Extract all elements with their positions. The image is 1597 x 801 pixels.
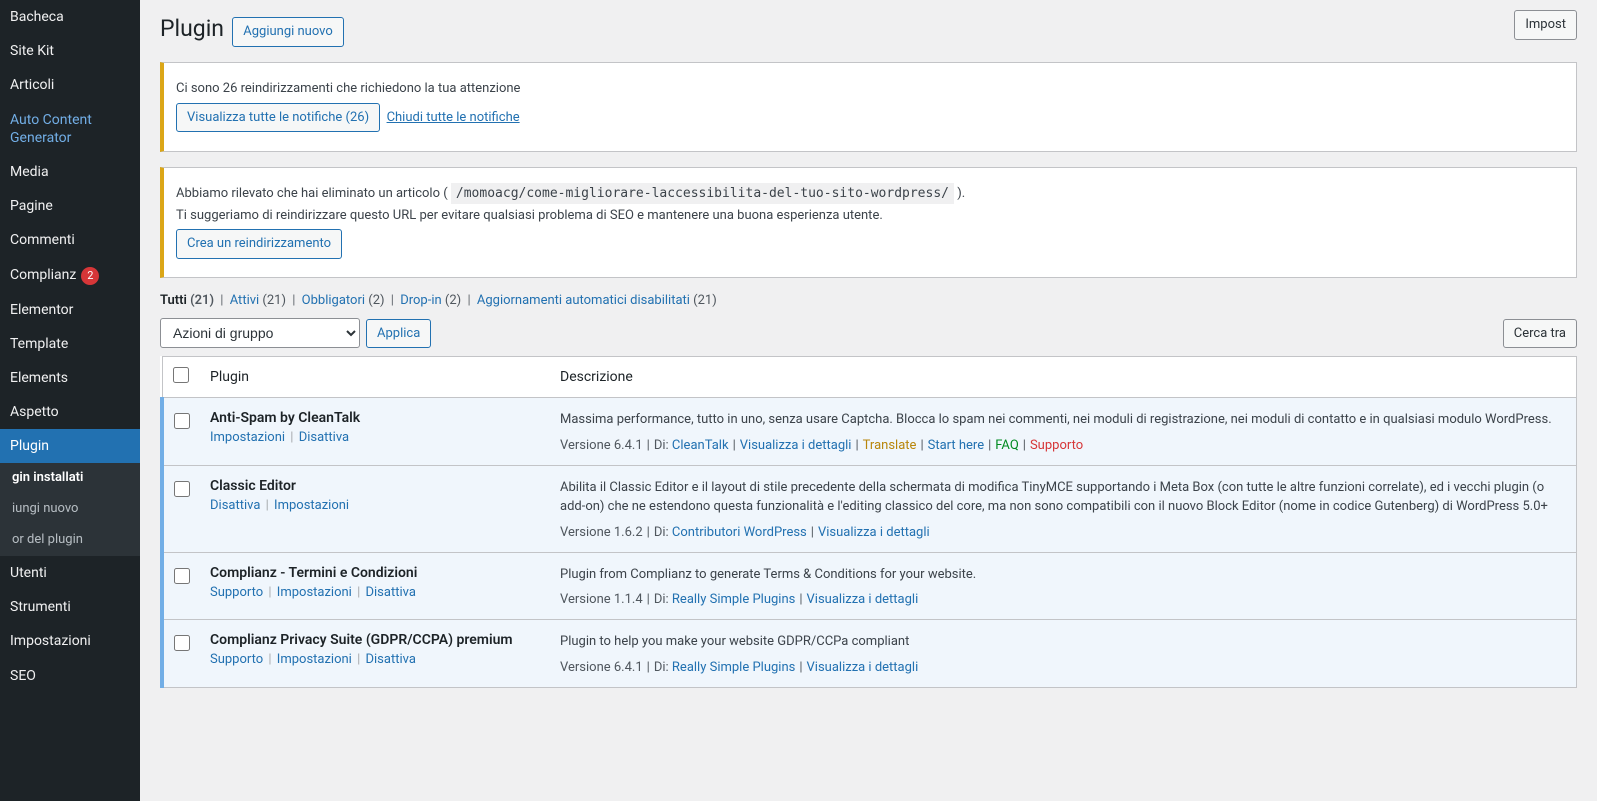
row-checkbox[interactable] — [174, 413, 190, 429]
column-plugin: Plugin — [200, 357, 550, 398]
sidebar-item[interactable]: Aspetto — [0, 395, 140, 429]
action-link[interactable]: Supporto — [210, 585, 263, 600]
notice-deleted-article: Abbiamo rilevato che hai eliminato un ar… — [160, 167, 1577, 279]
action-link[interactable]: Disattiva — [365, 652, 415, 667]
action-link[interactable]: Impostazioni — [210, 430, 285, 445]
filter-mustuse[interactable]: Obbligatori (2) — [302, 293, 385, 308]
meta-link[interactable]: Visualizza i dettagli — [740, 438, 852, 453]
plugin-meta: Versione 6.4.1|Di: Really Simple Plugins… — [560, 660, 1566, 675]
plugin-name: Classic Editor — [210, 478, 540, 494]
sidebar-item[interactable]: Strumenti — [0, 590, 140, 624]
filter-all[interactable]: Tutti (21) — [160, 293, 214, 308]
plugin-description: Plugin to help you make your website GDP… — [560, 632, 1566, 652]
table-row: Complianz - Termini e Condizioni Supporto… — [162, 552, 1577, 620]
row-checkbox[interactable] — [174, 635, 190, 651]
action-link[interactable]: Disattiva — [365, 585, 415, 600]
notice-redirects: Ci sono 26 reindirizzamenti che richiedo… — [160, 62, 1577, 152]
filter-dropin[interactable]: Drop-in (2) — [400, 293, 461, 308]
row-actions: Disattiva | Impostazioni — [210, 498, 540, 513]
sidebar-item[interactable]: Media — [0, 155, 140, 189]
screen-options-button[interactable]: Impost — [1514, 10, 1577, 40]
plugins-table: Plugin Descrizione Anti-Spam by CleanTal… — [160, 356, 1577, 688]
sidebar-item[interactable]: Pagine — [0, 189, 140, 223]
sidebar-item[interactable]: Auto Content Generator — [0, 103, 140, 155]
sidebar-item[interactable]: Site Kit — [0, 34, 140, 68]
search-plugins-button[interactable]: Cerca tra — [1503, 319, 1577, 349]
notice-text: Abbiamo rilevato che hai eliminato un ar… — [176, 186, 1564, 201]
add-new-button[interactable]: Aggiungi nuovo — [232, 17, 344, 47]
row-checkbox[interactable] — [174, 481, 190, 497]
row-checkbox[interactable] — [174, 568, 190, 584]
plugin-meta: Versione 1.6.2|Di: Contributori WordPres… — [560, 525, 1566, 540]
sidebar-subitem[interactable]: or del plugin — [0, 525, 140, 556]
sidebar-item[interactable]: Complianz2 — [0, 258, 140, 293]
deleted-url-code: /momoacg/come-migliorare-laccessibilita-… — [451, 183, 954, 204]
main-content: Impost Plugin Aggiungi nuovo Ci sono 26 … — [140, 0, 1597, 801]
author-link[interactable]: Really Simple Plugins — [672, 660, 795, 675]
action-link[interactable]: Impostazioni — [274, 498, 349, 513]
plugin-name: Anti-Spam by CleanTalk — [210, 410, 540, 426]
notice-text: Ti suggeriamo di reindirizzare questo UR… — [176, 208, 1564, 223]
sidebar-item[interactable]: Elementor — [0, 293, 140, 327]
plugin-name: Complianz Privacy Suite (GDPR/CCPA) prem… — [210, 632, 540, 648]
meta-link[interactable]: Visualizza i dettagli — [807, 660, 919, 675]
plugin-meta: Versione 1.1.4|Di: Really Simple Plugins… — [560, 592, 1566, 607]
table-row: Complianz Privacy Suite (GDPR/CCPA) prem… — [162, 620, 1577, 688]
sidebar-subitem[interactable]: gin installati — [0, 463, 140, 494]
row-actions: Supporto | Impostazioni | Disattiva — [210, 585, 540, 600]
sidebar-item[interactable]: Bacheca — [0, 0, 140, 34]
select-all-checkbox[interactable] — [173, 367, 189, 383]
plugin-name: Complianz - Termini e Condizioni — [210, 565, 540, 581]
plugin-description: Massima performance, tutto in uno, senza… — [560, 410, 1566, 430]
sidebar-item[interactable]: SEO — [0, 659, 140, 693]
sidebar-item[interactable]: Commenti — [0, 223, 140, 257]
sidebar-item[interactable]: Articoli — [0, 68, 140, 102]
sidebar-item[interactable]: Elements — [0, 361, 140, 395]
meta-link[interactable]: FAQ — [995, 438, 1018, 453]
author-link[interactable]: Really Simple Plugins — [672, 592, 795, 607]
table-row: Classic Editor Disattiva | Impostazioni Ab… — [162, 465, 1577, 552]
bulk-action-select[interactable]: Azioni di gruppo — [160, 318, 360, 348]
author-link[interactable]: CleanTalk — [672, 438, 729, 453]
filter-links: Tutti (21) | Attivi (21) | Obbligatori (… — [160, 293, 1577, 308]
sidebar-item[interactable]: Plugin — [0, 429, 140, 463]
view-all-notices-button[interactable]: Visualizza tutte le notifiche (26) — [176, 103, 380, 133]
plugin-description: Abilita il Classic Editor e il layout di… — [560, 478, 1566, 517]
sidebar-item[interactable]: Template — [0, 327, 140, 361]
admin-sidebar: BachecaSite KitArticoliAuto Content Gene… — [0, 0, 140, 801]
filter-auto-disabled[interactable]: Aggiornamenti automatici disabilitati (2… — [477, 293, 717, 308]
meta-link[interactable]: Supporto — [1030, 438, 1083, 453]
meta-link[interactable]: Start here — [928, 438, 984, 453]
row-actions: Impostazioni | Disattiva — [210, 430, 540, 445]
sidebar-subitem[interactable]: iungi nuovo — [0, 494, 140, 525]
action-link[interactable]: Disattiva — [210, 498, 260, 513]
table-row: Anti-Spam by CleanTalk Impostazioni | Dis… — [162, 398, 1577, 466]
sidebar-item[interactable]: Impostazioni — [0, 624, 140, 658]
sidebar-item[interactable]: Utenti — [0, 556, 140, 590]
filter-active[interactable]: Attivi (21) — [230, 293, 286, 308]
create-redirect-button[interactable]: Crea un reindirizzamento — [176, 229, 342, 259]
badge: 2 — [81, 267, 99, 285]
plugin-meta: Versione 6.4.1|Di: CleanTalk|Visualizza … — [560, 438, 1566, 453]
column-description: Descrizione — [550, 357, 1577, 398]
page-title: Plugin — [160, 15, 224, 42]
meta-link[interactable]: Visualizza i dettagli — [818, 525, 930, 540]
action-link[interactable]: Impostazioni — [277, 585, 352, 600]
notice-text: Ci sono 26 reindirizzamenti che richiedo… — [176, 81, 1564, 96]
apply-button[interactable]: Applica — [366, 319, 431, 349]
action-link[interactable]: Disattiva — [299, 430, 349, 445]
meta-link[interactable]: Visualizza i dettagli — [807, 592, 919, 607]
row-actions: Supporto | Impostazioni | Disattiva — [210, 652, 540, 667]
action-link[interactable]: Supporto — [210, 652, 263, 667]
plugin-description: Plugin from Complianz to generate Terms … — [560, 565, 1566, 585]
author-link[interactable]: Contributori WordPress — [672, 525, 807, 540]
meta-link[interactable]: Translate — [863, 438, 917, 453]
action-link[interactable]: Impostazioni — [277, 652, 352, 667]
close-all-notices-link[interactable]: Chiudi tutte le notifiche — [387, 110, 520, 125]
